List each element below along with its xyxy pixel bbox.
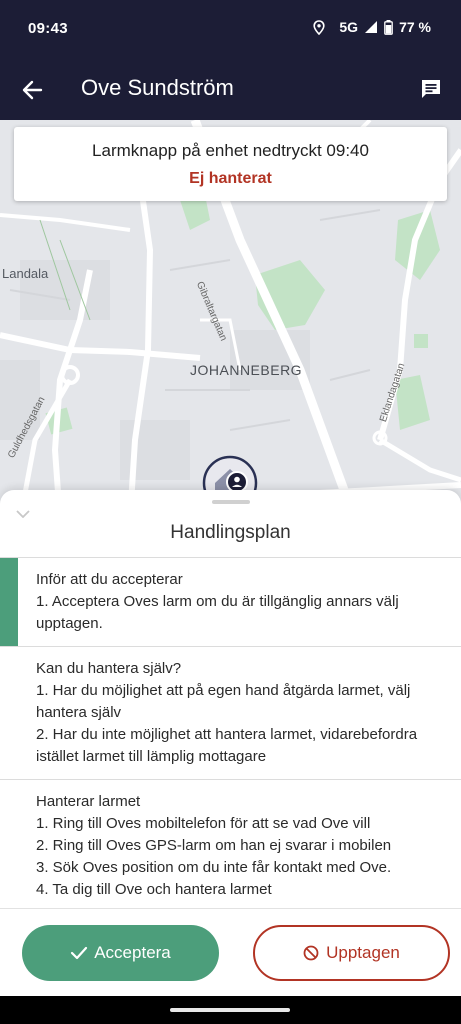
action-bar: Acceptera Upptagen — [0, 908, 461, 996]
check-icon — [71, 946, 88, 960]
chat-icon — [422, 80, 440, 98]
sheet-drag-handle[interactable] — [212, 500, 250, 504]
status-indicators: 5G 77 % — [313, 19, 431, 35]
busy-button-label: Upptagen — [326, 943, 400, 962]
plan-item-handling-alarm[interactable]: Hanterar larmet 1. Ring till Oves mobilt… — [0, 780, 461, 908]
plan-item-line: 1. Ring till Oves mobiltelefon för att s… — [36, 815, 371, 832]
battery-icon — [384, 19, 393, 35]
accept-button[interactable]: Acceptera — [22, 925, 219, 981]
plan-item-line: 1. Har du möjlighet att på egen hand åtg… — [36, 682, 411, 721]
alarm-status: Ej hanterat — [189, 170, 272, 187]
signal-icon — [364, 20, 378, 34]
home-gesture-handle[interactable] — [170, 1008, 290, 1012]
system-nav-bar — [0, 996, 461, 1024]
chat-button[interactable] — [415, 73, 447, 105]
active-step-indicator — [0, 558, 18, 646]
plan-item-line: 1. Acceptera Oves larm om du är tillgäng… — [36, 593, 399, 632]
map-label-district: JOHANNEBERG — [190, 362, 303, 378]
action-plan-sheet: Handlingsplan Inför att du accepterar 1.… — [0, 490, 461, 908]
plan-item-line: 4. Ta dig till Ove och hantera larmet — [36, 881, 272, 898]
app-bar: Ove Sundström — [0, 58, 461, 120]
collapse-button[interactable] — [12, 505, 34, 523]
map-label-area: Landala — [2, 266, 49, 281]
back-button[interactable] — [16, 74, 48, 106]
block-icon — [303, 945, 319, 961]
page-title: Ove Sundström — [81, 75, 234, 100]
plan-item-heading: Inför att du accepterar — [36, 571, 183, 588]
battery-level: 77 % — [399, 19, 431, 35]
accept-button-label: Acceptera — [94, 943, 171, 962]
plan-item-heading: Kan du hantera själv? — [36, 660, 182, 677]
plan-list: Inför att du accepterar 1. Acceptera Ove… — [0, 557, 461, 908]
network-type: 5G — [339, 19, 359, 35]
busy-button[interactable]: Upptagen — [253, 925, 450, 981]
alarm-title: Larmknapp på enhet nedtryckt 09:40 — [92, 141, 369, 160]
plan-item-handle-yourself[interactable]: Kan du hantera själv? 1. Har du möjlighe… — [0, 647, 461, 780]
plan-item-line: 2. Har du inte möjlighet att hantera lar… — [36, 726, 418, 765]
status-bar: 09:43 5G 77 % — [0, 0, 461, 58]
arrow-left-icon — [22, 80, 43, 100]
plan-item-line: 2. Ring till Oves GPS-larm om han ej sva… — [36, 837, 392, 854]
plan-item-heading: Hanterar larmet — [36, 793, 141, 810]
plan-item-before-accept[interactable]: Inför att du accepterar 1. Acceptera Ove… — [0, 558, 461, 647]
status-time: 09:43 — [28, 20, 68, 37]
chevron-down-icon — [16, 510, 30, 518]
sheet-title: Handlingsplan — [170, 522, 291, 543]
plan-item-line: 3. Sök Oves position om du inte får kont… — [36, 859, 392, 876]
location-icon — [313, 19, 325, 35]
alarm-card: Larmknapp på enhet nedtryckt 09:40 Ej ha… — [14, 127, 447, 201]
